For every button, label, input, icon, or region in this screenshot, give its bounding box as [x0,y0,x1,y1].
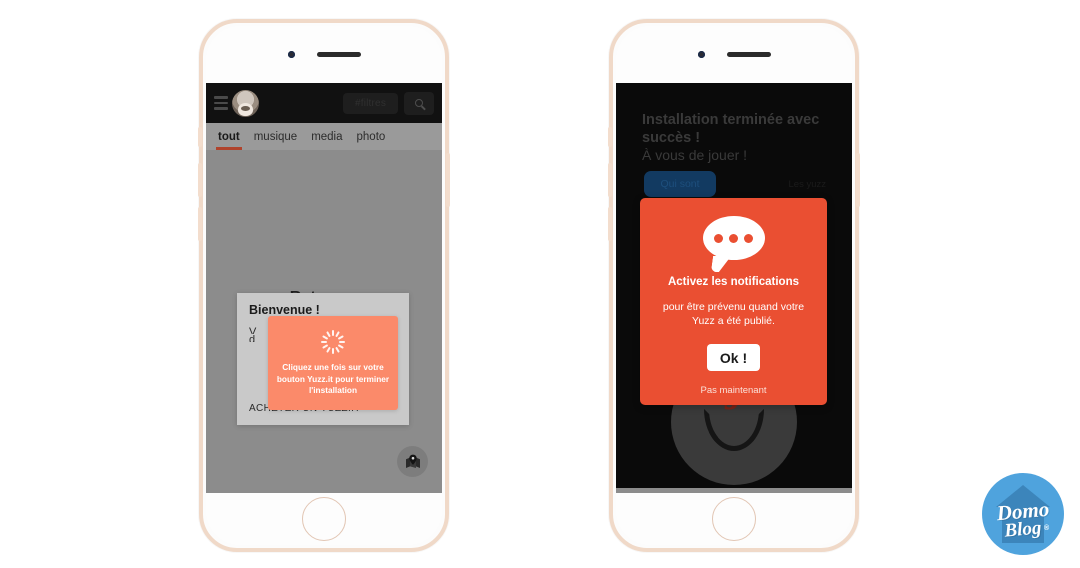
search-icon [415,99,423,107]
success-subheading: À vous de jouer ! [642,147,748,163]
secondary-link[interactable]: Les yuzz [789,179,827,190]
earpiece-speaker [316,52,361,57]
success-heading: Installation terminée avec succès ! [642,112,820,146]
home-button-area-left [206,493,442,545]
logo-trademark: ® [1044,525,1050,532]
power-button-right[interactable] [856,153,860,207]
phone-sensors-right [616,26,852,83]
volume-down-button-right[interactable] [608,207,612,241]
notification-card-body: pour être prévenu quand votre Yuzz a été… [662,301,805,327]
power-button[interactable] [446,153,450,207]
map-fab-button[interactable] [397,446,428,477]
home-button[interactable] [302,497,346,541]
dialog-title: Bienvenue ! [249,303,320,317]
notification-card-title: Activez les notifications [667,276,799,288]
user-avatar[interactable] [232,89,259,117]
tab-musique[interactable]: musique [254,131,297,143]
map-pin-icon [405,454,420,468]
earpiece-speaker-right [726,52,771,57]
app-tab-bar: tout musique media photo [206,123,442,150]
app-topbar: #filtres [206,83,442,123]
tab-media[interactable]: media [311,131,342,143]
phone-screen-right: Installation terminée avec succès ! À vo… [616,83,852,493]
filter-input[interactable]: #filtres [343,92,398,114]
phone-body-left: #filtres tout musique media photo Retr [206,26,442,545]
home-button-right[interactable] [712,497,756,541]
notification-permission-card: Activez les notifications pour être prév… [640,198,827,405]
volume-up-button-right[interactable] [608,163,612,197]
iphone-left: #filtres tout musique media photo Retr [198,19,450,552]
phone-sensors-left [206,26,442,83]
speech-bubble-icon [702,216,765,260]
loading-spinner-icon [321,330,345,354]
primary-cta-button[interactable]: Qui sont [644,171,716,197]
search-button[interactable] [404,91,434,115]
not-now-link[interactable]: Pas maintenant [700,385,766,396]
install-instruction-text: Cliquez une fois sur votre bouton Yuzz.i… [276,362,390,395]
hamburger-icon[interactable] [214,96,228,110]
ok-button[interactable]: Ok ! [706,344,761,371]
mute-switch-right[interactable] [608,127,612,147]
logo-disc: Domo Blog ® [982,473,1064,555]
tab-tout[interactable]: tout [216,131,242,150]
front-camera-icon [287,51,295,58]
volume-down-button[interactable] [198,207,202,241]
medal-arc-icon [704,409,764,451]
tab-photo[interactable]: photo [357,131,386,143]
screenshot-stage: #filtres tout musique media photo Retr [0,0,1080,568]
iphone-right: Installation terminée avec succès ! À vo… [608,19,860,552]
domoblog-watermark: Domo Blog ® [974,466,1072,562]
home-button-area-right [616,493,852,545]
app-content-area: Retr s ce Bienvenue ! V d ACHETER UN YUZ… [206,150,442,493]
front-camera-icon-right [697,51,705,58]
volume-up-button[interactable] [198,163,202,197]
install-instruction-overlay: Cliquez une fois sur votre bouton Yuzz.i… [268,316,398,410]
mute-switch[interactable] [198,127,202,147]
phone-body-right: Installation terminée avec succès ! À vo… [616,26,852,545]
phone-screen-left: #filtres tout musique media photo Retr [206,83,442,493]
